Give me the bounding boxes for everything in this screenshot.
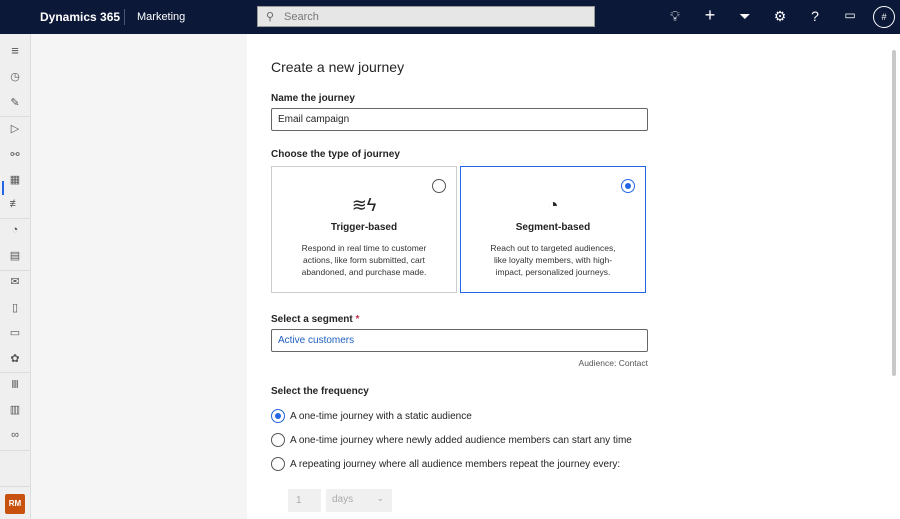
frequency-radio-dynamic[interactable] [271,433,285,447]
form-icon[interactable]: ▤ [0,249,30,262]
search-placeholder: Search [284,11,319,23]
brand[interactable]: Dynamics 365 [40,10,120,24]
chat-icon[interactable]: ▭ [841,8,859,22]
sidebar: ≡ ◷ ✎ ▷ ⚯ ▦ ≢ ◔ ▤ ✉ ▯ ▭ ✿ Ⅲ ▥ ∞ RM [0,34,31,519]
library-icon[interactable]: Ⅲ [0,378,30,391]
clock-icon[interactable]: ◷ [0,70,30,83]
background [672,34,900,519]
play-icon[interactable]: ▷ [0,122,30,135]
journey-name-input[interactable]: Email campaign [271,108,648,131]
divider [0,372,30,373]
card-description: Reach out to targeted audiences, like lo… [490,243,616,277]
settings-group-icon[interactable]: ∞ [0,429,30,441]
segment-input[interactable]: Active customers [271,329,648,352]
trigger-based-card[interactable]: ≋ϟ Trigger-based Respond in real time to… [271,166,457,293]
chevron-down-icon: ⌄ [376,493,384,503]
plus-icon[interactable]: + [701,5,719,26]
page-title: Create a new journey [271,59,405,75]
trigger-icon: ≋ϟ [351,195,377,215]
phone-icon[interactable]: ▯ [0,301,30,314]
avatar[interactable]: # [873,6,895,28]
segment-based-radio[interactable] [621,179,635,193]
pin-icon[interactable]: ✎ [0,96,30,109]
help-icon[interactable]: ? [806,8,824,24]
divider [0,486,30,487]
scrollbar[interactable] [892,50,896,376]
filter-icon[interactable]: ⏷ [736,8,754,25]
assets-icon[interactable]: ▥ [0,403,30,416]
divider [0,218,30,219]
trigger-based-radio[interactable] [432,179,446,193]
journeys-icon[interactable]: ⚯ [0,148,30,161]
frequency-option[interactable]: A one-time journey where newly added aud… [290,435,632,446]
segment-based-card[interactable]: ◔ Segment-based Reach out to targeted au… [460,166,646,293]
divider [0,116,30,117]
divider [124,9,125,25]
divider [0,450,30,451]
frequency-option[interactable]: A repeating journey where all audience m… [290,459,620,470]
repeat-unit-value: days [332,494,354,505]
segment-label: Select a segment * [271,314,359,325]
frequency-radio-repeating[interactable] [271,457,285,471]
card-title: Segment-based [515,222,591,233]
gear-icon[interactable]: ⚙ [771,8,789,25]
name-label: Name the journey [271,93,355,104]
frequency-label: Select the frequency [271,386,369,397]
type-label: Choose the type of journey [271,149,400,160]
email-icon[interactable]: ✉ [0,275,30,288]
card-title: Trigger-based [330,222,398,233]
building-icon[interactable]: ▦ [0,173,30,186]
segment-label-text: Select a segment [271,314,353,325]
trigger-icon[interactable]: ≢ [0,198,30,210]
required-mark: * [355,314,360,325]
frequency-radio-static[interactable] [271,409,285,423]
search-input[interactable]: ⚲ Search [257,6,595,27]
pie-chart-icon: ◔ [547,195,559,215]
divider [0,270,30,271]
lightbulb-icon[interactable]: 💡︎ [666,8,684,25]
message-icon[interactable]: ▭ [0,326,30,339]
user-avatar[interactable]: RM [5,494,25,514]
segment-icon[interactable]: ◔ [0,224,30,236]
top-bar: Dynamics 365 Marketing ⚲ Search 💡︎ + ⏷ ⚙ … [0,0,900,34]
repeat-count-input[interactable]: 1 [288,489,321,512]
audience-note: Audience: Contact [578,358,648,368]
app-name[interactable]: Marketing [137,11,185,23]
card-description: Respond in real time to customer actions… [301,243,427,277]
repeat-unit-dropdown[interactable]: days ⌄ [326,489,392,512]
search-icon: ⚲ [266,11,275,23]
frequency-option[interactable]: A one-time journey with a static audienc… [290,411,472,422]
menu-icon[interactable]: ≡ [0,43,30,58]
puzzle-icon[interactable]: ✿ [0,352,30,365]
